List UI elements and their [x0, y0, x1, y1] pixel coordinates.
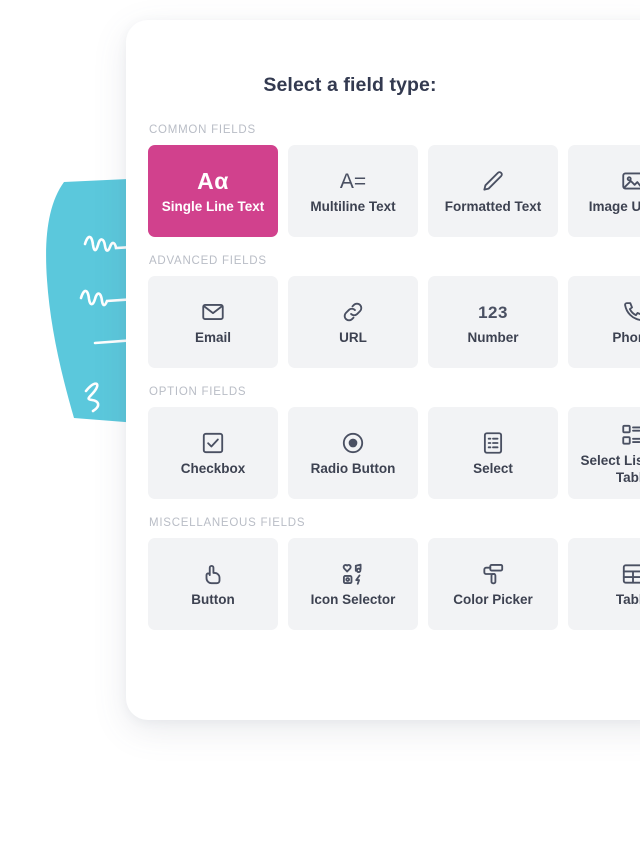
field-type-label: Radio Button: [310, 461, 396, 477]
radio-button-icon: [340, 428, 366, 458]
paint-roller-icon: [480, 559, 506, 589]
field-type-label: Multiline Text: [310, 199, 396, 215]
section-label: MISCELLANEOUS FIELDS: [149, 517, 306, 529]
field-type-label: Checkbox: [180, 461, 246, 477]
number-123-icon: 123: [478, 302, 508, 322]
field-type-card[interactable]: Image Upload: [568, 145, 640, 237]
field-type-card[interactable]: Radio Button: [288, 407, 418, 499]
section-label: OPTION FIELDS: [149, 386, 247, 398]
field-section: ADVANCED FIELDS Email URL 123 Number Phone: [148, 255, 640, 368]
field-type-label: Phone: [612, 330, 640, 346]
field-type-label: Image Upload: [588, 199, 640, 215]
field-type-label: Number: [467, 330, 519, 346]
field-type-card[interactable]: 123 Number: [428, 276, 558, 368]
link-icon: [340, 297, 366, 327]
screen: Select a field type: COMMON FIELDS Aα Sing…: [0, 0, 640, 853]
field-type-panel: Select a field type: COMMON FIELDS Aα Sing…: [126, 20, 640, 720]
field-section: OPTION FIELDS Checkbox Radio Button Select S…: [148, 386, 640, 499]
section-label: ADVANCED FIELDS: [149, 255, 267, 267]
field-sections: COMMON FIELDS Aα Single Line Text A= Multili…: [148, 124, 640, 630]
field-type-card[interactable]: Formatted Text: [428, 145, 558, 237]
field-type-card[interactable]: Aα Single Line Text: [148, 145, 278, 237]
field-type-card[interactable]: Select List From Table: [568, 407, 640, 499]
field-type-label: Select: [473, 461, 513, 477]
icon-grid-icon: [340, 559, 366, 589]
field-type-card[interactable]: Icon Selector: [288, 538, 418, 630]
field-section: COMMON FIELDS Aα Single Line Text A= Multili…: [148, 124, 640, 237]
field-type-label: Table: [615, 592, 640, 608]
multiline-text-icon: A=: [339, 169, 367, 193]
field-type-label: Select List From Table: [580, 453, 640, 485]
field-type-label: Single Line Text: [161, 199, 265, 215]
field-type-card[interactable]: Email: [148, 276, 278, 368]
field-card-row: Email URL 123 Number Phone: [148, 276, 640, 368]
checkbox-icon: [200, 428, 226, 458]
field-type-card[interactable]: Select: [428, 407, 558, 499]
field-type-label: Color Picker: [453, 592, 533, 608]
pencil-icon: [480, 166, 506, 196]
field-type-card[interactable]: Checkbox: [148, 407, 278, 499]
field-type-card[interactable]: URL: [288, 276, 418, 368]
image-icon: [620, 166, 640, 196]
select-list-table-icon: [620, 420, 640, 450]
section-label: COMMON FIELDS: [149, 124, 256, 136]
aa-text-icon: Aα: [197, 167, 229, 194]
field-type-label: Formatted Text: [444, 199, 542, 215]
list-clipboard-icon: [480, 428, 506, 458]
field-type-label: Icon Selector: [310, 592, 396, 608]
field-type-label: Email: [194, 330, 232, 346]
field-type-card[interactable]: Phone: [568, 276, 640, 368]
table-grid-icon: [620, 559, 640, 589]
field-card-row: Button Icon Selector Color Picker Table: [148, 538, 640, 630]
phone-icon: [620, 297, 640, 327]
field-type-card[interactable]: A= Multiline Text: [288, 145, 418, 237]
envelope-icon: [200, 297, 226, 327]
field-type-label: Button: [191, 592, 235, 608]
field-type-label: URL: [339, 330, 367, 346]
field-type-card[interactable]: Color Picker: [428, 538, 558, 630]
field-type-card[interactable]: Button: [148, 538, 278, 630]
field-section: MISCELLANEOUS FIELDS Button Icon Selector C…: [148, 517, 640, 630]
field-card-row: Checkbox Radio Button Select Select List Fr…: [148, 407, 640, 499]
field-type-card[interactable]: Table: [568, 538, 640, 630]
field-card-row: Aα Single Line Text A= Multiline Text Format…: [148, 145, 640, 237]
page-title: Select a field type:: [263, 74, 437, 96]
pointing-hand-icon: [200, 559, 226, 589]
